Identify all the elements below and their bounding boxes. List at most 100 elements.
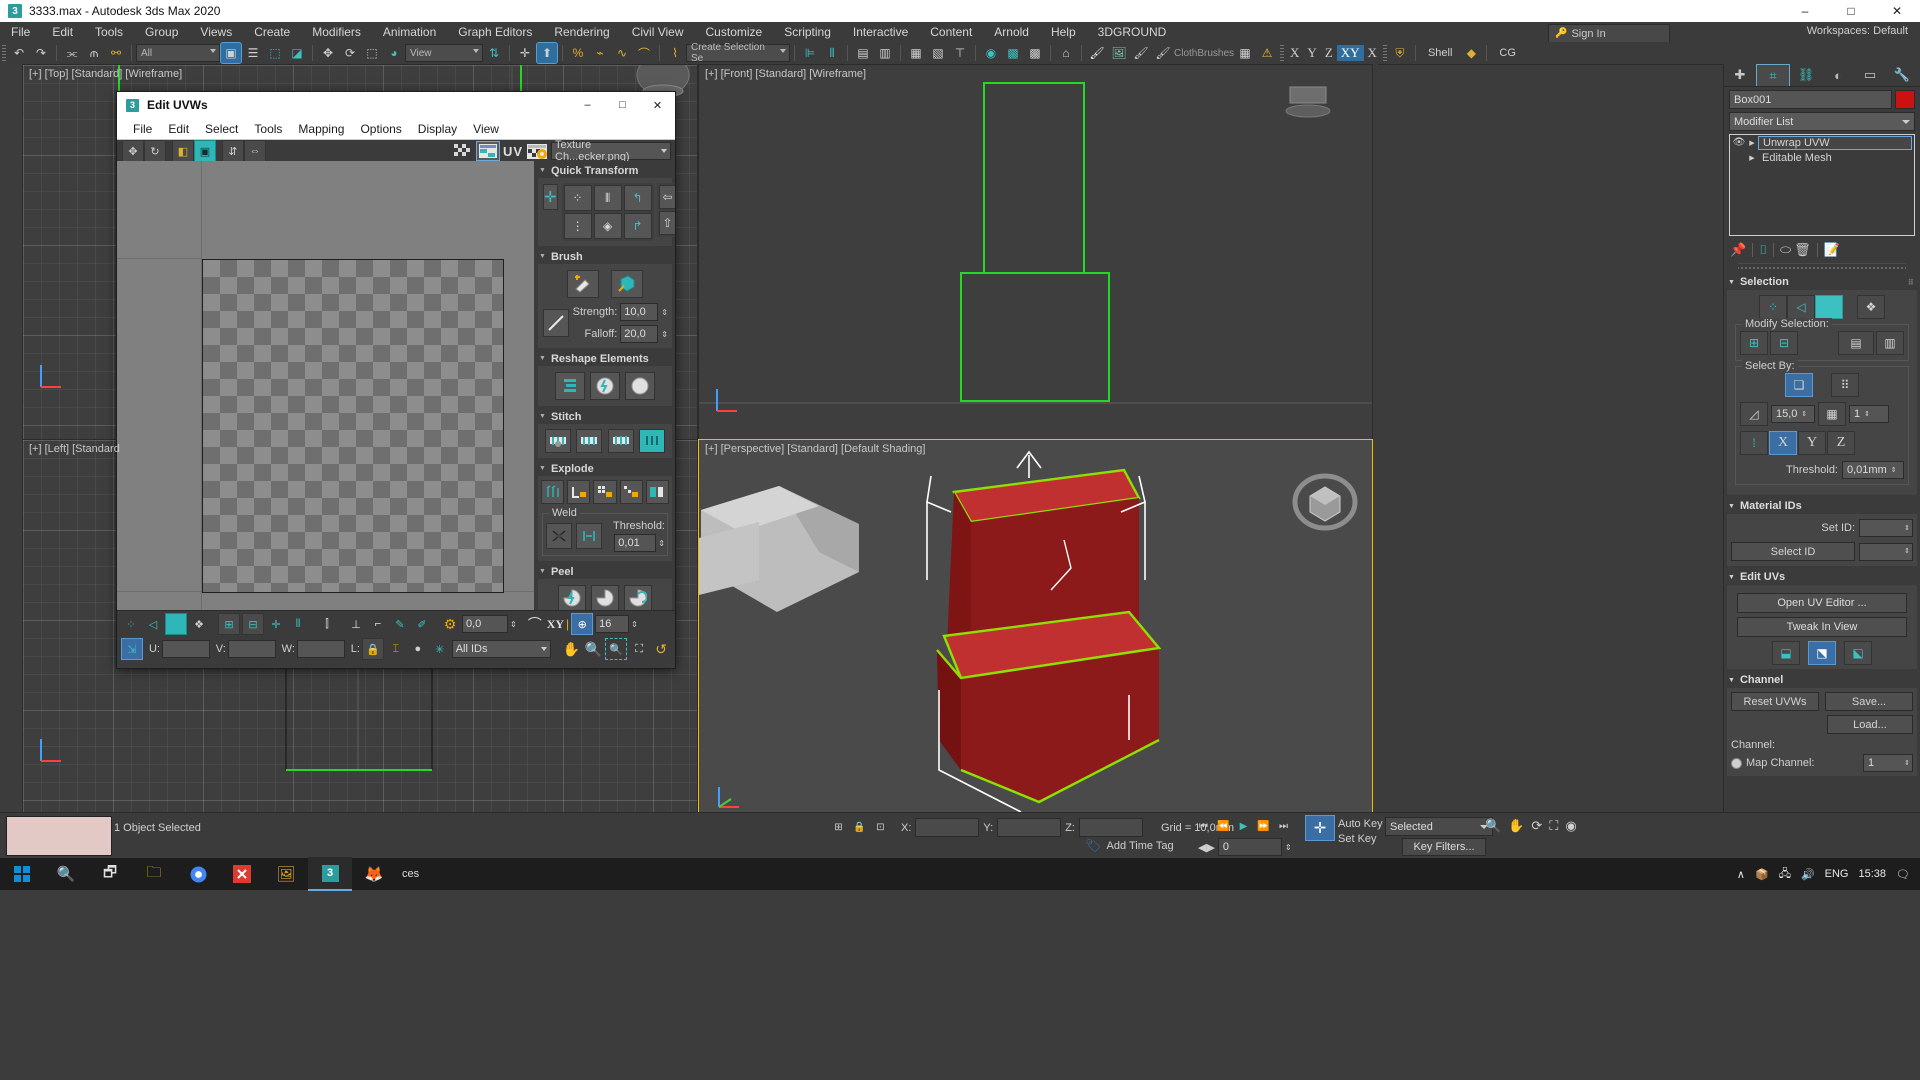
pan-tool-icon[interactable]: ✋ — [1508, 818, 1524, 834]
spinner-arrows-icon[interactable]: ⇕ — [631, 620, 638, 629]
set-key-button[interactable]: ✛ — [1305, 815, 1335, 841]
axis-constraint-button[interactable]: X — [1364, 45, 1381, 61]
flip-vertical-icon[interactable]: ⇧ — [658, 211, 675, 235]
modifier-stack-item-unwrap-uvw[interactable]: 👁 ▶ Unwrap UVW — [1730, 135, 1914, 150]
graphite-modeling-icon[interactable]: ⛨ — [1390, 43, 1410, 63]
quick-pelt-button[interactable]: ⬕ — [1844, 641, 1872, 665]
reset-peel-icon[interactable] — [624, 585, 653, 611]
material-preview-slot[interactable] — [6, 816, 112, 856]
panel-drag-handle[interactable] — [1738, 263, 1906, 271]
modifier-stack-item-editable-mesh[interactable]: ▶ Editable Mesh — [1730, 150, 1914, 165]
select-and-rotate-icon[interactable]: ⟳ — [340, 43, 360, 63]
freeform-mode-icon[interactable]: ✎ — [390, 614, 410, 634]
menu-help[interactable]: Help — [1040, 22, 1087, 42]
project-folder-icon[interactable]: ⌂ — [1056, 43, 1076, 63]
chevron-right-icon[interactable]: ▶ — [1746, 139, 1758, 147]
next-frame-icon[interactable]: ⏩ — [1255, 818, 1272, 835]
align-horizontal-icon[interactable]: ⁘ — [563, 185, 592, 211]
object-name-input[interactable] — [1729, 90, 1892, 109]
uv-rollout-header-stitch[interactable]: ▼ Stitch — [535, 409, 675, 424]
field-of-view-icon[interactable]: ◉ — [1565, 818, 1576, 834]
uv-edge-mode-icon[interactable]: ◁ — [143, 614, 163, 634]
material-id-circle-icon[interactable]: ● — [408, 639, 428, 659]
minimize-button[interactable]: – — [1782, 0, 1828, 22]
display-tab[interactable]: ▭ — [1854, 65, 1886, 86]
select-by-material-id-button[interactable]: ⠿ — [1831, 373, 1859, 397]
quick-transform-mode-icon[interactable]: ✛ — [543, 184, 558, 210]
explode-by-smoothing-icon[interactable] — [645, 480, 670, 504]
tray-dropbox-icon[interactable]: 📦 — [1755, 868, 1769, 881]
workspaces[interactable]: Workspaces: Default — [1807, 25, 1908, 37]
edit-uvws-dialog[interactable]: 3 Edit UVWs – □ ✕ File Edit Select Tools… — [116, 91, 676, 669]
uvw-menu-tools[interactable]: Tools — [246, 122, 290, 136]
select-id-button[interactable]: Select ID — [1731, 542, 1855, 561]
warning-icon[interactable]: ⚠ — [1257, 43, 1277, 63]
reference-coordinate-combo[interactable]: View — [405, 44, 483, 62]
show-map-icon[interactable]: ▣ — [194, 140, 216, 162]
quick-peel-icon[interactable] — [557, 585, 586, 611]
viewport-top-label[interactable]: [+] [Top] [Standard] [Wireframe] — [29, 68, 182, 80]
map-channel-radio[interactable] — [1731, 757, 1742, 769]
straighten-selection-icon[interactable] — [554, 372, 585, 400]
eye-icon[interactable]: 👁 — [1732, 137, 1746, 148]
menu-animation[interactable]: Animation — [372, 22, 447, 42]
scene-explorer-icon[interactable]: ▥ — [875, 43, 895, 63]
angle-snap-toggle-icon[interactable]: ⬆ — [536, 42, 558, 64]
render-uv-template-icon[interactable] — [625, 372, 656, 400]
uv-highlight-icon[interactable]: ✳ — [430, 639, 450, 659]
snap-to-pixel-icon[interactable]: ⊥ — [346, 614, 366, 634]
vertex-subobject-button[interactable]: ⁘ — [1759, 295, 1787, 319]
chevron-right-icon[interactable]: ▶ — [1746, 154, 1758, 162]
ring-uv-icon[interactable]: ⦀ — [288, 614, 308, 634]
quick-peel-button[interactable]: ⬔ — [1808, 641, 1836, 665]
selection-lock-icon[interactable]: 🔒 — [851, 819, 868, 836]
view-cube-front[interactable] — [1278, 83, 1332, 129]
close-icon[interactable] — [220, 858, 264, 890]
menu-customize[interactable]: Customize — [695, 22, 774, 42]
select-and-link-icon[interactable]: ⫘ — [62, 43, 82, 63]
explode-faces-icon[interactable] — [593, 480, 617, 504]
menu-edit[interactable]: Edit — [41, 22, 84, 42]
axis-z-button[interactable]: Z — [1827, 431, 1855, 455]
maximize-viewport-icon[interactable]: ⛶ — [1549, 818, 1558, 834]
menu-file[interactable]: File — [0, 22, 41, 42]
uvw-menu-mapping[interactable]: Mapping — [290, 122, 352, 136]
break-icon[interactable] — [541, 480, 565, 504]
brush-falloff-curve-icon[interactable] — [543, 309, 569, 337]
modify-tab[interactable]: ⌗ — [1756, 64, 1790, 86]
tweak-in-view-button[interactable]: Tweak In View — [1737, 617, 1907, 637]
uv-rollout-header-reshape-elements[interactable]: ▼ Reshape Elements — [535, 351, 675, 366]
uv-rollout-header-brush[interactable]: ▼ Brush — [535, 249, 675, 264]
mirror-objects-icon[interactable]: ⫴ — [822, 43, 842, 63]
select-by-element-button[interactable]: ❏ — [1785, 373, 1813, 397]
menu-3dground[interactable]: 3DGROUND — [1087, 22, 1178, 42]
menu-group[interactable]: Group — [134, 22, 189, 42]
u-field[interactable] — [161, 640, 210, 658]
edge-subobject-button[interactable]: ◁ — [1787, 295, 1815, 319]
start-icon[interactable] — [0, 858, 44, 890]
go-to-start-icon[interactable]: ⏮ — [1195, 818, 1212, 835]
select-element-button[interactable]: ❖ — [1857, 295, 1885, 319]
select-by-smoothing-group-button[interactable]: ▦ — [1818, 402, 1846, 426]
spinner-arrows-icon[interactable]: ⇕ — [1864, 411, 1870, 418]
axis-z-button[interactable]: Z — [1321, 45, 1337, 61]
viewport-front-label[interactable]: [+] [Front] [Standard] [Wireframe] — [705, 68, 866, 80]
peel-mode-icon[interactable] — [591, 585, 619, 611]
axis-x-button[interactable]: X — [1769, 431, 1797, 455]
align-to-edge-icon[interactable]: ⇵ — [222, 140, 244, 162]
play-animation-icon[interactable]: ▶ — [1235, 818, 1252, 835]
viewport-front[interactable]: [+] [Front] [Standard] [Wireframe] — [698, 64, 1373, 440]
stitch-custom-icon[interactable] — [607, 429, 634, 453]
go-to-end-icon[interactable]: ⏭ — [1275, 818, 1292, 835]
toolbar-grip[interactable] — [1280, 45, 1285, 61]
zoom-extents-icon[interactable]: ⛶ — [629, 639, 649, 659]
cloth-brush-1-icon[interactable]: 🖌 — [1087, 43, 1107, 63]
quick-planar-map-button[interactable]: ⬓ — [1772, 641, 1800, 665]
planar-angle-spinner[interactable]: 15,0 ⇕ — [1771, 405, 1815, 423]
space-vertical-icon[interactable]: ⦀ — [593, 185, 622, 211]
xy-label[interactable]: XY — [547, 617, 564, 632]
uv-options-gear-icon[interactable] — [526, 141, 548, 161]
grid-toggle-icon[interactable]: ▦ — [1235, 43, 1255, 63]
rendered-frame-window-icon[interactable]: ▩ — [1003, 43, 1023, 63]
menu-tools[interactable]: Tools — [84, 22, 134, 42]
